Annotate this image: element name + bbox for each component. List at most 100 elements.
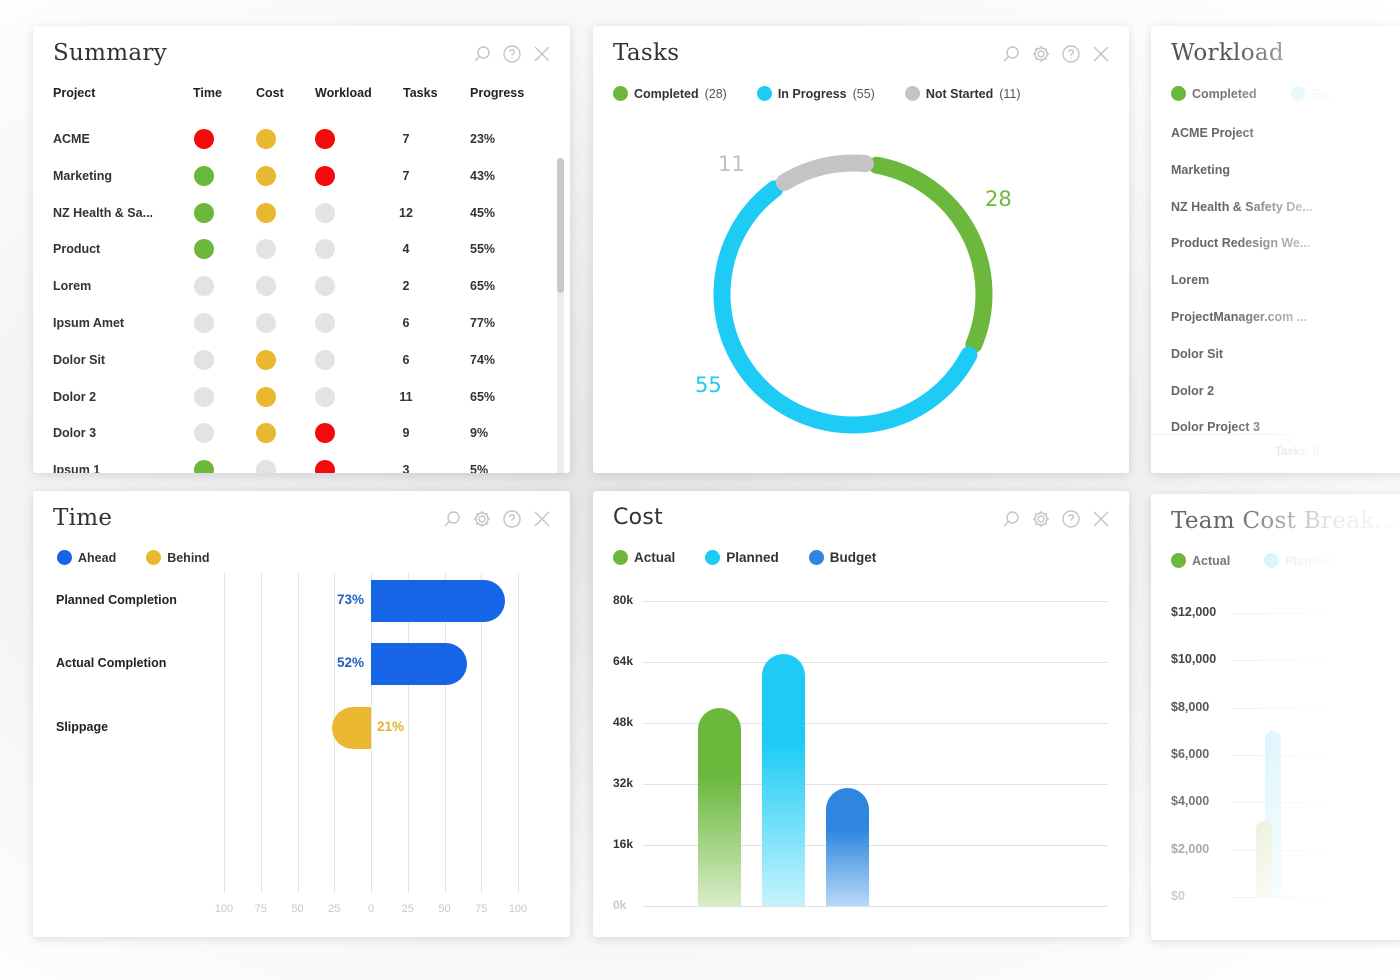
time-bar[interactable]	[371, 643, 467, 685]
project-name[interactable]: Lorem	[53, 279, 91, 293]
cost-status-indicator	[256, 239, 276, 260]
project-name[interactable]: ACME	[53, 132, 90, 146]
scrollbar[interactable]	[557, 158, 564, 473]
workload-status-indicator	[315, 239, 335, 260]
grid-line	[224, 573, 225, 893]
workload-list-item[interactable]: Marketing	[1171, 163, 1313, 200]
grid-line	[1233, 707, 1328, 709]
time-bar[interactable]	[332, 707, 371, 749]
table-row[interactable]: Ipsum Amet 6 77%	[53, 307, 540, 344]
column-header-project[interactable]: Project	[53, 86, 95, 100]
table-row[interactable]: Lorem 2 65%	[53, 270, 540, 307]
x-tick-label: 50	[291, 903, 304, 915]
workload-list-item[interactable]: Product Redesign We...	[1171, 236, 1313, 273]
cost-bar-budget[interactable]	[826, 787, 869, 906]
workload-list-item[interactable]: ACME Project	[1171, 126, 1313, 163]
x-tick-label: 100	[214, 903, 234, 915]
divider	[1151, 434, 1291, 435]
legend-item-completed[interactable]: Completed	[1171, 86, 1257, 101]
column-header-workload[interactable]: Workload	[315, 86, 375, 100]
scrollbar-thumb[interactable]	[557, 158, 564, 293]
cost-status-indicator	[256, 312, 276, 333]
workload-list-item[interactable]: ProjectManager.com ...	[1171, 310, 1313, 347]
x-tick-label: 0	[367, 903, 375, 915]
grid-line	[643, 906, 1108, 907]
progress-value: 5%	[470, 463, 489, 473]
panel-title: Workload	[1171, 40, 1284, 66]
cost-bar-planned[interactable]	[762, 654, 805, 906]
workload-list-item[interactable]: Dolor Sit	[1171, 347, 1313, 384]
table-row[interactable]: Marketing 7 43%	[53, 160, 540, 197]
donut-segment-in-progress[interactable]	[713, 180, 978, 434]
donut-segment-completed[interactable]	[868, 156, 993, 354]
table-row[interactable]: Product 4 55%	[53, 233, 540, 270]
cost-bar-actual[interactable]	[698, 707, 741, 906]
grid-line	[297, 573, 299, 893]
team-cost-bar-chart: $12,000 $10,000 $8,000 $6,000 $4,000 $2,000 $0	[1151, 494, 1400, 940]
table-row[interactable]: Ipsum 1 3 5%	[53, 454, 540, 473]
legend-swatch	[1290, 86, 1306, 101]
project-name[interactable]: Ipsum Amet	[53, 316, 124, 330]
cost-status-indicator	[256, 202, 276, 223]
cost-panel: Cost Actual Planned Budget 80k 64k 48k 32k 1…	[593, 491, 1129, 937]
search-icon[interactable]	[472, 44, 492, 64]
progress-value: 9%	[470, 426, 489, 441]
y-tick-label: $12,000	[1171, 605, 1217, 619]
project-name[interactable]: Dolor 2	[53, 390, 96, 404]
workload-status-indicator	[315, 276, 335, 297]
project-name[interactable]: Product	[53, 242, 100, 256]
workload-list-item[interactable]: NZ Health & Safety De...	[1171, 200, 1313, 237]
cost-status-indicator	[256, 349, 276, 370]
project-name[interactable]: Dolor Sit	[53, 353, 105, 367]
tasks-panel: Tasks Completed (28) In Progress (55) No…	[593, 26, 1129, 473]
time-status-indicator	[194, 423, 214, 444]
x-tick-label: 75	[254, 903, 267, 915]
x-tick-label: 25	[328, 903, 341, 915]
workload-list-item[interactable]: Lorem	[1171, 273, 1313, 310]
task-count: 12	[399, 205, 413, 220]
project-name[interactable]: Ipsum 1	[53, 463, 100, 473]
table-row[interactable]: NZ Health & Sa... 12 45%	[53, 197, 540, 234]
grid-line	[1233, 897, 1328, 898]
project-name[interactable]: Dolor 3	[53, 426, 96, 440]
cost-status-indicator	[256, 276, 276, 297]
column-header-tasks[interactable]: Tasks	[403, 86, 443, 100]
table-row[interactable]: Dolor 2 11 65%	[53, 381, 540, 418]
column-header-time[interactable]: Time	[193, 86, 223, 100]
grid-line	[260, 573, 262, 893]
summary-panel: Summary Project Time Cost Workload Tasks…	[33, 26, 570, 473]
donut-segment-not-started[interactable]	[775, 154, 875, 191]
time-panel: Time Ahead Behind 100 75 50 25 0 25 50 75 100 Pla…	[33, 491, 570, 937]
help-icon[interactable]	[502, 44, 522, 64]
legend-item-remaining[interactable]: Re...	[1290, 86, 1338, 101]
donut-data-label: 11	[718, 152, 745, 176]
table-row[interactable]: Dolor Sit 6 74%	[53, 344, 540, 381]
table-row[interactable]: Dolor 3 9 9%	[53, 417, 540, 454]
time-bar[interactable]	[371, 580, 506, 622]
category-label: Planned Completion	[56, 593, 177, 607]
progress-value: 55%	[470, 242, 496, 257]
y-tick-label: 80k	[613, 593, 634, 607]
x-tick-label: 50	[438, 903, 451, 915]
column-header-cost[interactable]: Cost	[256, 86, 286, 100]
table-row[interactable]: ACME 7 23%	[53, 123, 540, 160]
close-icon[interactable]	[532, 44, 552, 64]
progress-value: 45%	[470, 205, 496, 220]
workload-status-indicator	[315, 165, 335, 186]
x-tick-label: 100	[508, 903, 528, 915]
cost-status-indicator	[256, 460, 276, 473]
workload-status-indicator	[315, 312, 335, 333]
team-cost-panel: Team Cost Break... Actual Planned $12,00…	[1151, 494, 1400, 940]
team-cost-bar-actual[interactable]	[1256, 821, 1272, 897]
task-count: 6	[402, 352, 410, 367]
progress-value: 74%	[470, 352, 496, 367]
workload-panel: Workload Completed Re... ACME Project Mar…	[1151, 26, 1400, 473]
project-name[interactable]: Marketing	[53, 169, 112, 183]
legend-swatch	[1171, 86, 1186, 101]
project-name[interactable]: NZ Health & Sa...	[53, 206, 153, 220]
workload-list-item[interactable]: Dolor 2	[1171, 384, 1313, 421]
column-header-progress[interactable]: Progress	[470, 86, 524, 100]
grid-line	[1233, 660, 1328, 662]
grid-line	[643, 662, 1108, 663]
workload-status-indicator	[315, 423, 335, 444]
